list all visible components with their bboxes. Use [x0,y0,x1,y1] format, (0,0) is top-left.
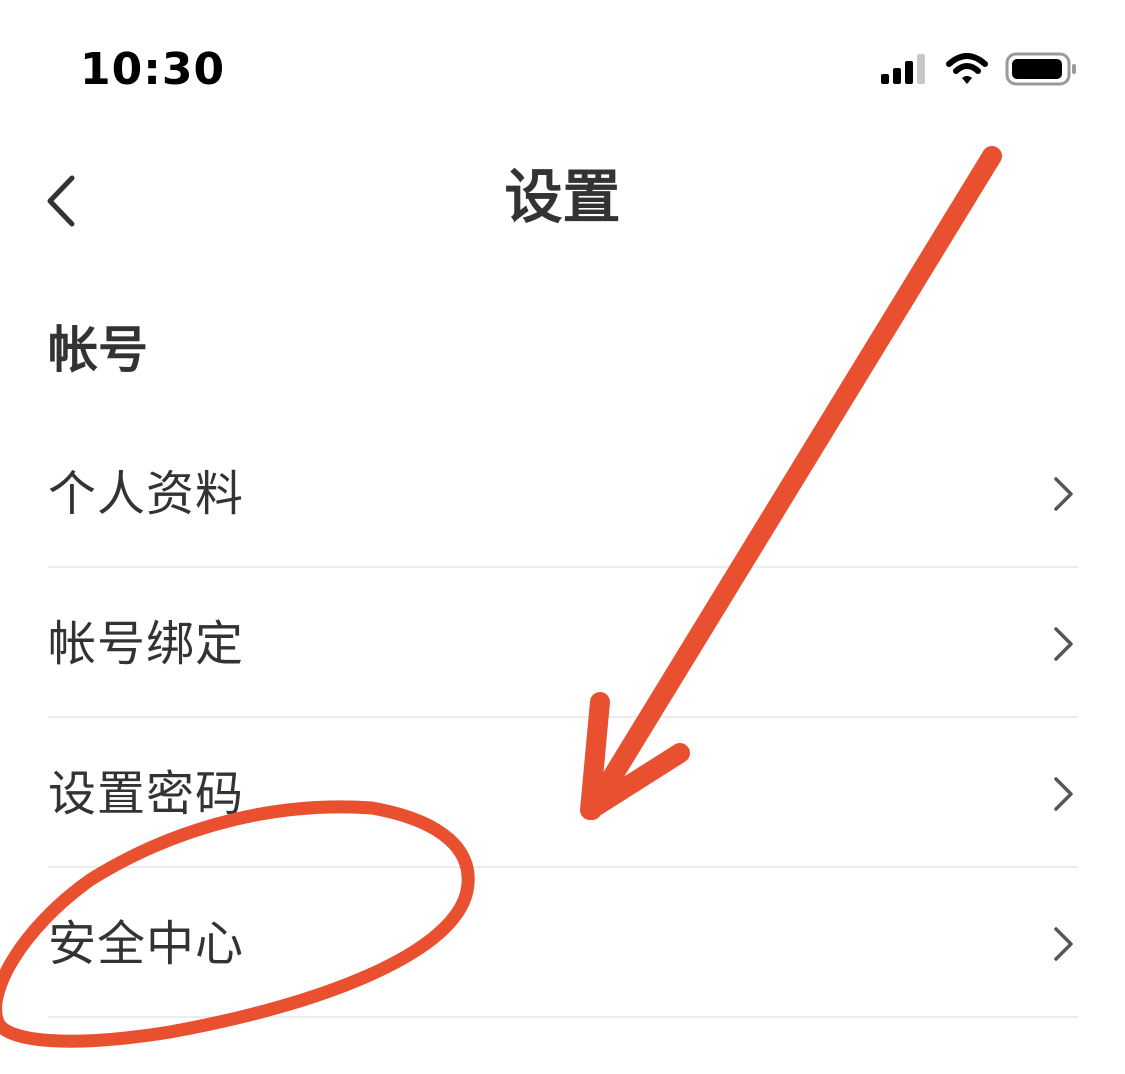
nav-bar: 设置 [0,140,1125,260]
section-header-account: 帐号 [48,321,148,379]
chevron-right-icon [1054,777,1073,811]
chevron-right-icon [1054,477,1073,511]
status-icons [881,52,1081,88]
row-label: 设置密码 [48,766,245,822]
row-label: 帐号绑定 [48,616,245,672]
page-title: 设置 [504,163,621,231]
status-bar: 10:30 [0,0,1125,140]
row-label: 个人资料 [48,466,245,522]
signal-icon [881,54,925,84]
chevron-right-icon [1054,927,1073,961]
status-time: 10:30 [80,44,226,95]
settings-row-account-binding[interactable]: 帐号绑定 [48,568,1078,718]
battery-icon [1005,52,1076,86]
row-label: 安全中心 [48,916,245,972]
settings-row-set-password[interactable]: 设置密码 [48,718,1078,868]
settings-row-profile[interactable]: 个人资料 [48,418,1078,568]
status-icons-svg [881,52,1076,86]
wifi-icon [946,53,988,84]
settings-row-security-center[interactable]: 安全中心 [48,868,1078,1018]
settings-list: 个人资料 帐号绑定 设置密码 安全中心 [48,418,1078,1018]
chevron-right-icon [1054,627,1073,661]
